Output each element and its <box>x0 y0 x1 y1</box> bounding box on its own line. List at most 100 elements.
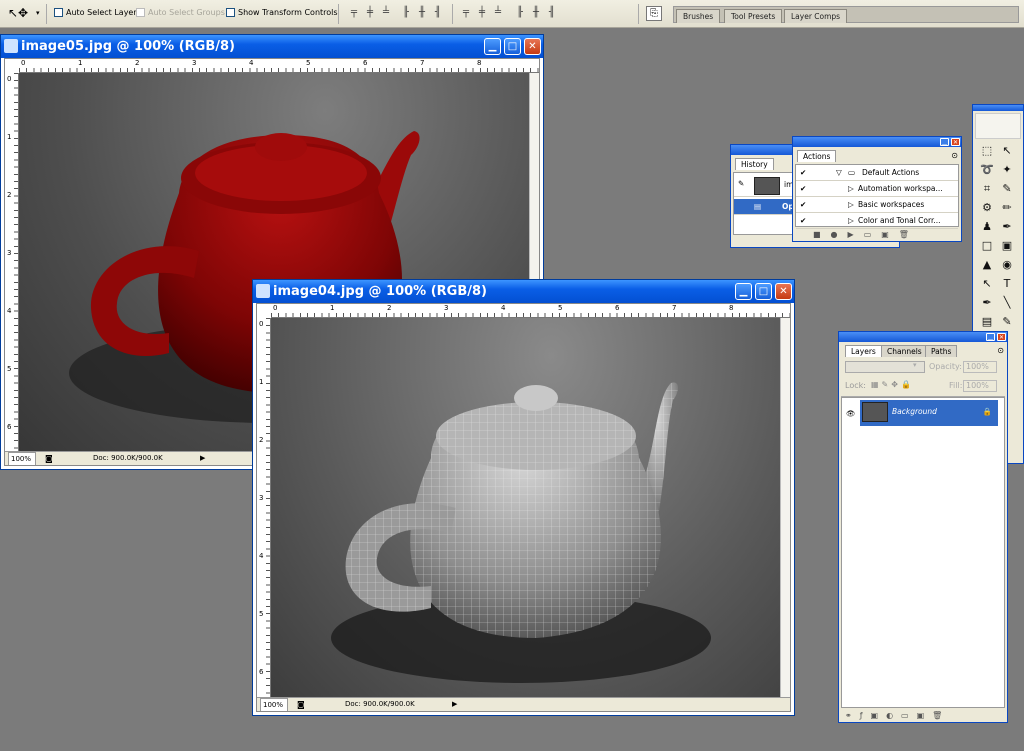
distribute-vcenter-icon[interactable]: ╪ <box>476 7 488 19</box>
zoom-field[interactable]: 100% <box>8 452 36 465</box>
tool-button-icon[interactable]: ✎ <box>999 181 1015 197</box>
close-button[interactable]: ✕ <box>775 283 792 300</box>
window-title-bar[interactable]: image04.jpg @ 100% (RGB/8) ▁ □ ✕ <box>253 280 794 303</box>
feather-logo-icon[interactable] <box>975 113 1021 139</box>
maximize-button[interactable]: □ <box>504 38 521 55</box>
toggle-check-icon[interactable]: ✔ <box>800 181 806 197</box>
history-brush-icon[interactable]: ✎ <box>738 176 744 192</box>
toggle-check-icon[interactable]: ✔ <box>800 165 806 181</box>
fill-field[interactable]: 100% <box>963 380 997 392</box>
align-left-icon[interactable]: ╟ <box>400 7 412 19</box>
tab-history[interactable]: History <box>735 158 774 170</box>
file-browser-icon[interactable]: ⎘ <box>646 6 662 21</box>
distribute-bottom-icon[interactable]: ╧ <box>492 7 504 19</box>
tool-button-icon[interactable]: ✒ <box>979 295 995 311</box>
tool-button-icon[interactable]: ⚙ <box>979 200 995 216</box>
opacity-field[interactable]: 100% <box>963 361 997 373</box>
tab-channels[interactable]: Channels <box>881 345 928 357</box>
status-icon[interactable]: ◙ <box>45 452 53 465</box>
tool-button-icon[interactable]: ✎ <box>999 314 1015 330</box>
tool-button-icon[interactable]: ⌗ <box>979 181 995 197</box>
layer-row-background[interactable]: 👁 Background 🔒 <box>842 400 1004 426</box>
horizontal-ruler[interactable]: 0 1 2 3 4 5 6 7 8 <box>271 304 790 318</box>
distribute-left-icon[interactable]: ╟ <box>514 7 526 19</box>
checkbox-icon[interactable] <box>54 8 63 17</box>
tab-tool-presets[interactable]: Tool Presets <box>724 9 783 23</box>
tool-button-icon[interactable]: ➰ <box>979 162 995 178</box>
status-menu-arrow-icon[interactable]: ▶ <box>452 698 457 711</box>
tool-button-icon[interactable]: ✒ <box>999 219 1015 235</box>
palette-menu-icon[interactable]: ⊙ <box>951 151 958 160</box>
status-menu-arrow-icon[interactable]: ▶ <box>200 452 205 465</box>
align-bottom-icon[interactable]: ╧ <box>380 7 392 19</box>
align-right-icon[interactable]: ╢ <box>432 7 444 19</box>
action-row[interactable]: ✔ ▷ Automation workspa... <box>796 181 958 197</box>
window-title-bar[interactable]: image05.jpg @ 100% (RGB/8) ▁ □ ✕ <box>1 35 543 58</box>
status-icon[interactable]: ◙ <box>297 698 305 711</box>
move-tool-icon[interactable]: ↖✥ <box>8 6 28 20</box>
tool-button-icon[interactable]: ╲ <box>999 295 1015 311</box>
toggle-check-icon[interactable]: ✔ <box>800 197 806 213</box>
action-set-row[interactable]: ✔ ▽ ▭ Default Actions <box>796 165 958 181</box>
palette-menu-icon[interactable]: ⊙ <box>997 346 1004 355</box>
tool-button-icon[interactable]: ↖ <box>979 276 995 292</box>
tab-layer-comps[interactable]: Layer Comps <box>784 9 848 23</box>
layer-selection[interactable]: Background 🔒 <box>860 400 998 426</box>
auto-select-groups-checkbox[interactable]: Auto Select Groups <box>136 8 225 17</box>
expand-triangle-icon[interactable]: ▽ <box>836 165 842 181</box>
document-window-image04[interactable]: image04.jpg @ 100% (RGB/8) ▁ □ ✕ 0 1 2 3 4 5 6… <box>252 279 795 716</box>
palette-title-bar[interactable]: ▁ ✕ <box>839 332 1007 342</box>
tool-button-icon[interactable]: ↖ <box>999 143 1015 159</box>
vertical-ruler[interactable]: 0 1 2 3 4 5 6 <box>257 318 271 697</box>
tool-button-icon[interactable]: ⬚ <box>979 143 995 159</box>
actions-list[interactable]: ✔ ▽ ▭ Default Actions ✔ ▷ Automation wor… <box>795 164 959 229</box>
tool-button-icon[interactable]: ▤ <box>979 314 995 330</box>
palette-title-bar[interactable]: ▁ ✕ <box>793 137 961 147</box>
zoom-field[interactable]: 100% <box>260 698 288 711</box>
actions-footer-buttons[interactable]: ■●▶▭▣🗑 <box>813 230 919 239</box>
collapse-triangle-icon[interactable]: ▷ <box>848 181 854 197</box>
close-button[interactable]: ✕ <box>524 38 541 55</box>
maximize-button[interactable]: □ <box>755 283 772 300</box>
vertical-scrollbar[interactable] <box>780 318 790 697</box>
tool-button-icon[interactable]: ◉ <box>999 257 1015 273</box>
tab-layers[interactable]: Layers <box>845 345 882 357</box>
image-canvas[interactable] <box>271 318 780 697</box>
visibility-eye-icon[interactable]: 👁 <box>846 406 856 422</box>
show-transform-controls-checkbox[interactable]: Show Transform Controls <box>226 8 338 17</box>
align-top-icon[interactable]: ╤ <box>348 7 360 19</box>
tab-actions[interactable]: Actions <box>797 150 837 162</box>
close-button[interactable]: ✕ <box>997 333 1006 341</box>
minimize-button[interactable]: ▁ <box>940 138 949 146</box>
vertical-ruler[interactable]: 0 1 2 3 4 5 6 <box>5 73 19 451</box>
tab-paths[interactable]: Paths <box>925 345 958 357</box>
chevron-down-icon[interactable]: ▾ <box>913 361 917 369</box>
distribute-top-icon[interactable]: ╤ <box>460 7 472 19</box>
tool-button-icon[interactable]: ▲ <box>979 257 995 273</box>
toggle-check-icon[interactable]: ✔ <box>800 213 806 229</box>
tool-button-icon[interactable]: □ <box>979 238 995 254</box>
tool-button-icon[interactable]: ▣ <box>999 238 1015 254</box>
tool-button-icon[interactable]: ♟ <box>979 219 995 235</box>
toolbox-title-bar[interactable] <box>973 105 1023 111</box>
minimize-button[interactable]: ▁ <box>986 333 995 341</box>
auto-select-layer-checkbox[interactable]: Auto Select Layer <box>54 8 137 17</box>
horizontal-ruler[interactable]: 0 1 2 3 4 5 6 7 8 <box>19 59 539 73</box>
action-row[interactable]: ✔ ▷ Basic workspaces <box>796 197 958 213</box>
layers-footer-buttons[interactable]: ⚭ƒ▣◐▭▣🗑 <box>845 711 950 720</box>
tool-preset-dropdown-icon[interactable]: ▾ <box>36 9 40 17</box>
distribute-hcenter-icon[interactable]: ╫ <box>530 7 542 19</box>
minimize-button[interactable]: ▁ <box>484 38 501 55</box>
actions-palette[interactable]: ▁ ✕ Actions ⊙ ✔ ▽ ▭ Default Actions ✔ ▷ … <box>792 136 962 242</box>
collapse-triangle-icon[interactable]: ▷ <box>848 197 854 213</box>
layers-palette[interactable]: ▁ ✕ Layers Channels Paths ⊙ ▾ Opacity: 1… <box>838 331 1008 723</box>
tool-button-icon[interactable]: ✦ <box>999 162 1015 178</box>
lock-icons[interactable]: ▦✎✥🔒 <box>871 380 914 389</box>
action-row[interactable]: ✔ ▷ Color and Tonal Corr... <box>796 213 958 229</box>
align-hcenter-icon[interactable]: ╫ <box>416 7 428 19</box>
layers-list[interactable]: 👁 Background 🔒 <box>841 397 1005 708</box>
align-vcenter-icon[interactable]: ╪ <box>364 7 376 19</box>
tool-button-icon[interactable]: ✏ <box>999 200 1015 216</box>
collapse-triangle-icon[interactable]: ▷ <box>848 213 854 229</box>
checkbox-icon[interactable] <box>226 8 235 17</box>
